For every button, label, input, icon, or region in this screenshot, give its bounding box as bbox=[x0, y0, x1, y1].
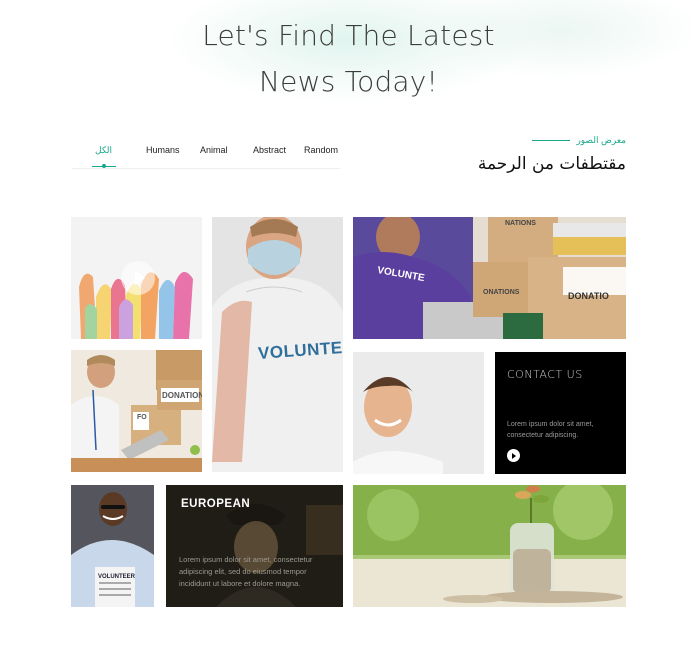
filter-animal[interactable]: Animal bbox=[200, 145, 228, 155]
contact-us-card[interactable]: CONTACT US Lorem ipsum dolor sit amet, c… bbox=[495, 352, 626, 474]
gallery-image-raised-hands[interactable] bbox=[71, 217, 202, 339]
box-label-1: NATIONS bbox=[505, 220, 536, 227]
hero-title-line-2: News Today! bbox=[259, 65, 438, 98]
gallery-image-coin-jar[interactable] bbox=[353, 485, 626, 607]
filter-humans[interactable]: Humans bbox=[146, 145, 180, 155]
box-label-3: DONATIO bbox=[568, 291, 609, 301]
gallery-title: مقتطفات من الرحمة bbox=[477, 154, 626, 174]
gallery-image-volunteer-clipboard[interactable]: VOLUNTEER bbox=[71, 485, 154, 607]
gallery-filter-tabs: الكل Humans Animal Abstract Random bbox=[72, 145, 340, 169]
smiling-man-illustration bbox=[353, 352, 484, 474]
box-label-donation: DONATION bbox=[162, 391, 202, 400]
european-title: EUROPEAN bbox=[181, 498, 251, 510]
hero-title-line-1: Let's Find The Latest bbox=[202, 19, 495, 52]
page: Let's Find The Latest News Today! الكل H… bbox=[0, 0, 697, 649]
kicker-divider bbox=[532, 140, 571, 141]
filter-abstract[interactable]: Abstract bbox=[253, 145, 286, 155]
volunteer-clipboard-illustration bbox=[71, 485, 154, 607]
contact-title: CONTACT US bbox=[507, 368, 583, 381]
gallery-image-donation-man[interactable]: DONATION FO bbox=[71, 350, 202, 472]
gallery-image-donation-boxes[interactable]: VOLUNTE NATIONS ONATIONS DONATIO bbox=[353, 217, 626, 339]
filter-all[interactable]: الكل bbox=[95, 145, 112, 156]
active-filter-dot bbox=[102, 164, 106, 168]
gallery-kicker: معرض الصور bbox=[532, 135, 626, 146]
european-text: Lorem ipsum dolor sit amet, consectetur … bbox=[179, 555, 313, 588]
filter-random[interactable]: Random bbox=[304, 145, 338, 155]
box-label-fo: FO bbox=[137, 414, 147, 421]
gallery-image-smiling-man[interactable] bbox=[353, 352, 484, 474]
gallery-image-volunteer-mask[interactable]: VOLUNTE bbox=[212, 217, 343, 472]
coin-jar-illustration bbox=[353, 485, 626, 607]
play-icon[interactable] bbox=[121, 261, 155, 295]
donation-man-illustration bbox=[71, 350, 202, 472]
clipboard-label: VOLUNTEER bbox=[98, 574, 136, 580]
european-card[interactable]: EUROPEAN Lorem ipsum dolor sit amet, con… bbox=[166, 485, 343, 607]
contact-text: Lorem ipsum dolor sit amet, consectetur … bbox=[507, 421, 594, 439]
box-label-2: ONATIONS bbox=[483, 289, 520, 296]
gallery-kicker-text: معرض الصور bbox=[576, 135, 626, 145]
play-icon[interactable] bbox=[507, 449, 520, 462]
